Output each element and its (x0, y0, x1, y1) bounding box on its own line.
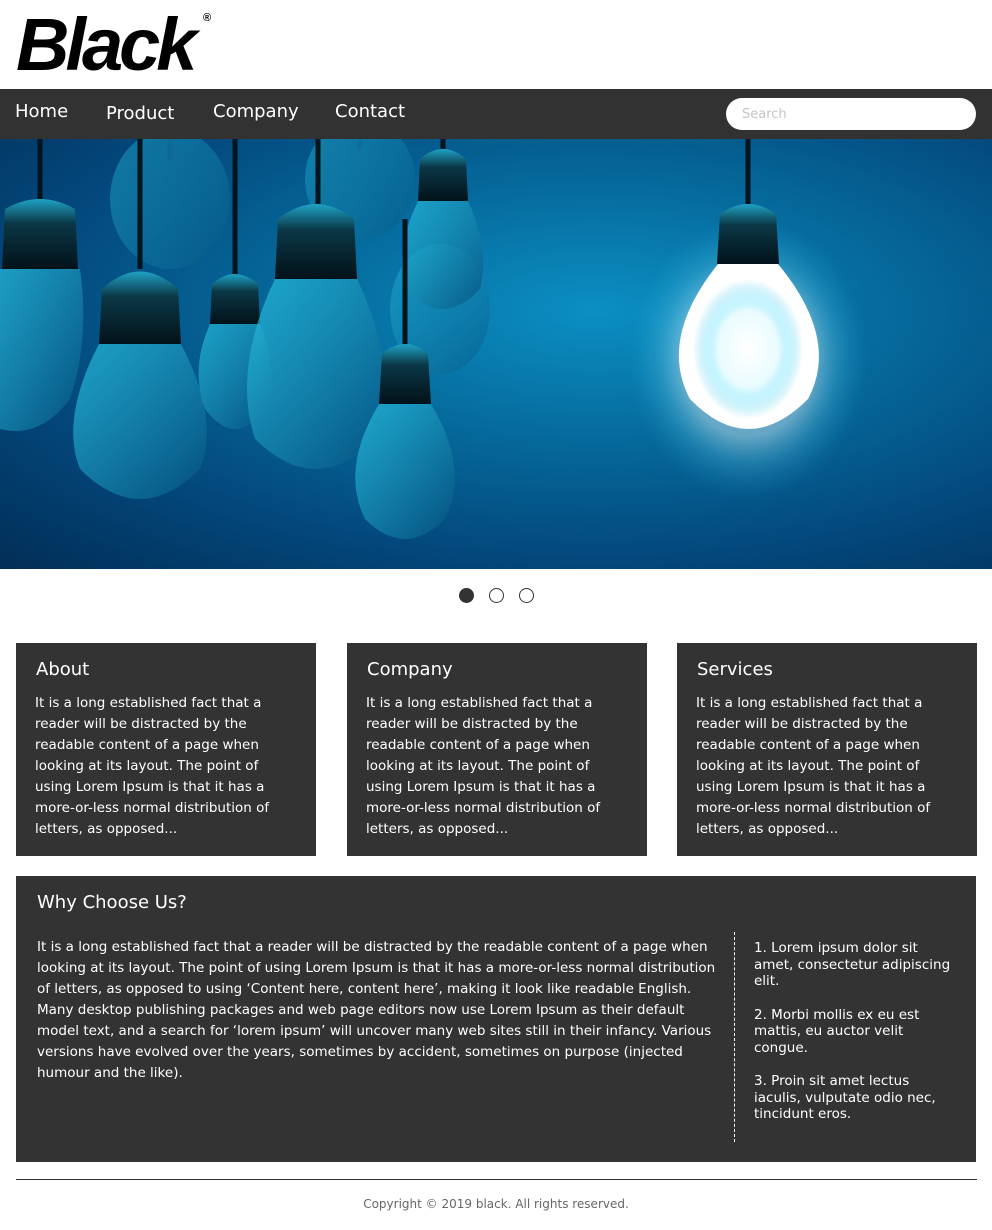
footer-copyright: Copyright © 2019 black. All rights reser… (363, 1197, 629, 1211)
section-body: It is a long established fact that a rea… (37, 939, 716, 1081)
card-services: Services It is a long established fact t… (677, 643, 977, 856)
hero-slider (0, 139, 992, 569)
nav-company[interactable]: Company (213, 89, 299, 139)
nav-contact[interactable]: Contact (335, 89, 405, 139)
card-body: It is a long established fact that a rea… (696, 695, 931, 837)
section-title: Why Choose Us? (37, 892, 187, 913)
light-bulbs-illustration (0, 139, 868, 539)
card-body: It is a long established fact that a rea… (35, 695, 270, 837)
dashed-divider (734, 932, 735, 1142)
logo[interactable]: Black ® (16, 3, 211, 86)
list-item: 3. Proin sit amet lectus iaculis, vulput… (754, 1073, 936, 1122)
reasons-list: 1. Lorem ipsum dolor sit amet, consectet… (754, 940, 959, 1140)
main-nav: Home Product Company Contact (0, 89, 992, 139)
list-item: 1. Lorem ipsum dolor sit amet, consectet… (754, 940, 951, 989)
search-input[interactable] (726, 98, 976, 130)
nav-home[interactable]: Home (15, 89, 68, 139)
card-title: Services (697, 659, 773, 680)
slider-dot-2[interactable] (489, 588, 504, 603)
nav-product[interactable]: Product (106, 91, 174, 141)
card-body: It is a long established fact that a rea… (366, 695, 601, 837)
footer-divider (16, 1179, 977, 1180)
logo-text: Black (16, 3, 197, 86)
registered-mark: ® (203, 12, 212, 24)
card-title: Company (367, 659, 453, 680)
list-item: 2. Morbi mollis ex eu est mattis, eu auc… (754, 1006, 920, 1056)
why-choose-us-section: Why Choose Us? It is a long established … (16, 876, 976, 1162)
card-title: About (36, 659, 90, 680)
slider-dot-1[interactable] (459, 588, 474, 603)
card-company: Company It is a long established fact th… (347, 643, 647, 856)
slider-dot-3[interactable] (519, 588, 534, 603)
card-about: About It is a long established fact that… (16, 643, 316, 856)
